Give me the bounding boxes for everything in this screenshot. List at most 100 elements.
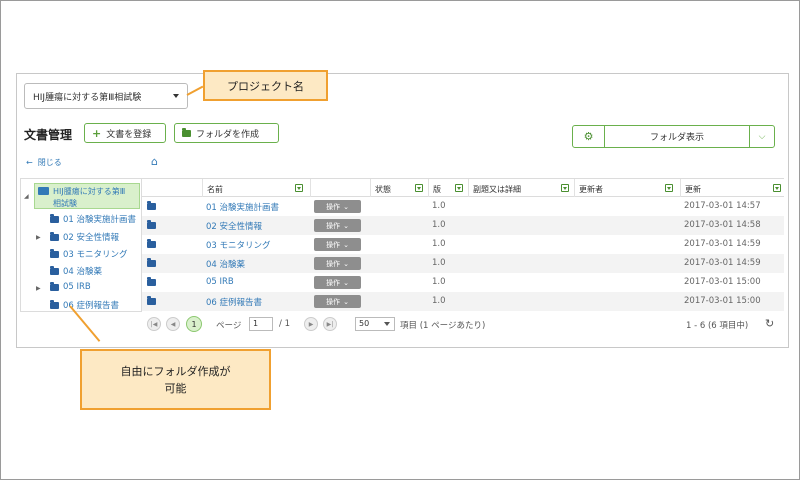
- row-updated: 2017-03-01 14:59: [684, 239, 761, 249]
- row-action-button[interactable]: 操作 ⌄: [314, 276, 361, 289]
- chevron-down-icon: [384, 322, 390, 326]
- row-name-link[interactable]: 04 治験薬: [206, 258, 245, 270]
- last-page-icon[interactable]: ▶|: [323, 317, 337, 331]
- tree-item-06[interactable]: 06 症例報告書: [50, 299, 119, 311]
- row-action-button[interactable]: 操作 ⌄: [314, 200, 361, 213]
- column-updated[interactable]: 更新: [680, 179, 784, 197]
- filter-icon[interactable]: [773, 184, 781, 192]
- filter-icon[interactable]: [561, 184, 569, 192]
- page-total: / 1: [279, 319, 290, 329]
- page-label: ページ: [216, 321, 242, 331]
- tree-expand-icon[interactable]: ▶: [36, 285, 41, 292]
- column-updated-by-label: 更新者: [579, 185, 603, 194]
- tree-expand-icon[interactable]: ▶: [36, 234, 41, 241]
- tree-item-02[interactable]: 02 安全性情報: [50, 231, 119, 243]
- arrow-left-icon: ←: [26, 158, 33, 167]
- filter-icon[interactable]: [415, 184, 423, 192]
- add-document-button[interactable]: + 文書を登録: [84, 123, 166, 143]
- column-subtitle[interactable]: 副題又は詳細: [468, 179, 574, 197]
- column-updated-label: 更新: [685, 185, 701, 194]
- column-version[interactable]: 版: [428, 179, 468, 197]
- tree-item-label: 02 安全性情報: [63, 233, 120, 243]
- chevron-down-icon[interactable]: ⌵: [750, 126, 774, 147]
- prev-page-icon[interactable]: ◀: [166, 317, 180, 331]
- chevron-down-icon: ⌄: [343, 259, 349, 268]
- grid-pager: |◀ ◀ 1 ページ 1 / 1 ▶ ▶| 50 項目 (1 ページあたり) 1…: [142, 312, 784, 336]
- column-status[interactable]: 状態: [370, 179, 428, 197]
- tree-item-label: 03 モニタリング: [63, 250, 128, 260]
- callout-project: プロジェクト名: [203, 70, 328, 101]
- folder-icon: [50, 281, 59, 291]
- column-version-label: 版: [433, 185, 441, 194]
- column-name-label: 名前: [207, 185, 223, 194]
- filter-icon[interactable]: [295, 184, 303, 192]
- page-number-input[interactable]: 1: [249, 317, 273, 331]
- chevron-down-icon: ⌄: [343, 297, 349, 306]
- tree-item-label: 04 治験薬: [63, 267, 103, 277]
- view-toggle-group: ⚙ フォルダ表示 ⌵: [572, 125, 775, 148]
- row-action-button[interactable]: 操作 ⌄: [314, 295, 361, 308]
- row-updated: 2017-03-01 15:00: [684, 296, 761, 306]
- folder-icon: [147, 201, 156, 210]
- tree-root-label-line2: 相試験: [53, 199, 77, 208]
- first-page-icon[interactable]: |◀: [147, 317, 161, 331]
- tree-item-03[interactable]: 03 モニタリング: [50, 248, 128, 260]
- row-name-link[interactable]: 02 安全性情報: [206, 220, 262, 232]
- row-name-link[interactable]: 05 IRB: [206, 277, 234, 287]
- tree-item-label: 05 IRB: [63, 282, 91, 292]
- table-row[interactable]: 01 治験実施計画書 操作 ⌄ 1.0 2017-03-01 14:57: [142, 197, 784, 216]
- row-version: 1.0: [432, 239, 446, 249]
- column-subtitle-label: 副題又は詳細: [473, 185, 521, 194]
- row-name-link[interactable]: 01 治験実施計画書: [206, 201, 279, 213]
- close-tree-label: 閉じる: [37, 158, 62, 167]
- filter-icon[interactable]: [455, 184, 463, 192]
- current-page-indicator[interactable]: 1: [186, 316, 202, 332]
- project-select-value: HIJ腫瘍に対する第Ⅲ相試験: [33, 92, 142, 103]
- row-version: 1.0: [432, 258, 446, 268]
- plus-icon: +: [92, 126, 102, 140]
- column-updated-by[interactable]: 更新者: [574, 179, 680, 197]
- column-action: [310, 179, 370, 197]
- page-size-select[interactable]: 50: [355, 317, 395, 331]
- row-action-button[interactable]: 操作 ⌄: [314, 238, 361, 251]
- next-page-icon[interactable]: ▶: [304, 317, 318, 331]
- table-row[interactable]: 05 IRB 操作 ⌄ 1.0 2017-03-01 15:00: [142, 273, 784, 292]
- column-name[interactable]: 名前: [202, 179, 310, 197]
- table-row[interactable]: 02 安全性情報 操作 ⌄ 1.0 2017-03-01 14:58: [142, 216, 784, 235]
- close-tree-link[interactable]: ← 閉じる: [26, 157, 62, 168]
- callout-folder-text-line1: 自由にフォルダ作成が: [120, 364, 231, 378]
- row-updated: 2017-03-01 14:59: [684, 258, 761, 268]
- row-name-link[interactable]: 03 モニタリング: [206, 239, 271, 251]
- chevron-down-icon: ⌄: [343, 240, 349, 249]
- gear-icon[interactable]: ⚙: [573, 126, 605, 147]
- tree-collapse-icon[interactable]: ◢: [24, 193, 29, 200]
- table-row[interactable]: 06 症例報告書 操作 ⌄ 1.0 2017-03-01 15:00: [142, 292, 784, 311]
- refresh-icon[interactable]: ↻: [765, 317, 774, 330]
- open-folder-icon: [38, 187, 49, 195]
- table-row[interactable]: 03 モニタリング 操作 ⌄ 1.0 2017-03-01 14:59: [142, 235, 784, 254]
- folder-icon: [147, 239, 156, 248]
- folder-icon: [147, 258, 156, 267]
- tree-item-05[interactable]: 05 IRB: [50, 281, 91, 292]
- filter-icon[interactable]: [665, 184, 673, 192]
- row-name-link[interactable]: 06 症例報告書: [206, 296, 262, 308]
- table-row[interactable]: 04 治験薬 操作 ⌄ 1.0 2017-03-01 14:59: [142, 254, 784, 273]
- tree-item-label: 01 治験実施計画書: [63, 215, 137, 225]
- tree-root-item[interactable]: HIJ腫瘍に対する第Ⅲ 相試験: [34, 183, 140, 209]
- home-icon[interactable]: ⌂: [151, 155, 158, 168]
- folder-view-button[interactable]: フォルダ表示: [605, 126, 750, 147]
- row-action-label: 操作: [326, 202, 341, 211]
- project-select[interactable]: HIJ腫瘍に対する第Ⅲ相試験: [24, 83, 188, 109]
- row-action-label: 操作: [326, 297, 341, 306]
- folder-icon: [147, 277, 156, 286]
- row-action-button[interactable]: 操作 ⌄: [314, 219, 361, 232]
- row-action-button[interactable]: 操作 ⌄: [314, 257, 361, 270]
- create-folder-button[interactable]: フォルダを作成: [174, 123, 279, 143]
- add-document-label: 文書を登録: [106, 129, 152, 140]
- row-version: 1.0: [432, 201, 446, 211]
- tree-item-04[interactable]: 04 治験薬: [50, 265, 102, 277]
- pager-summary: 1 - 6 (6 項目中): [686, 321, 749, 331]
- callout-project-text: プロジェクト名: [227, 79, 304, 93]
- tree-item-01[interactable]: 01 治験実施計画書: [50, 213, 136, 225]
- folder-icon: [50, 248, 59, 258]
